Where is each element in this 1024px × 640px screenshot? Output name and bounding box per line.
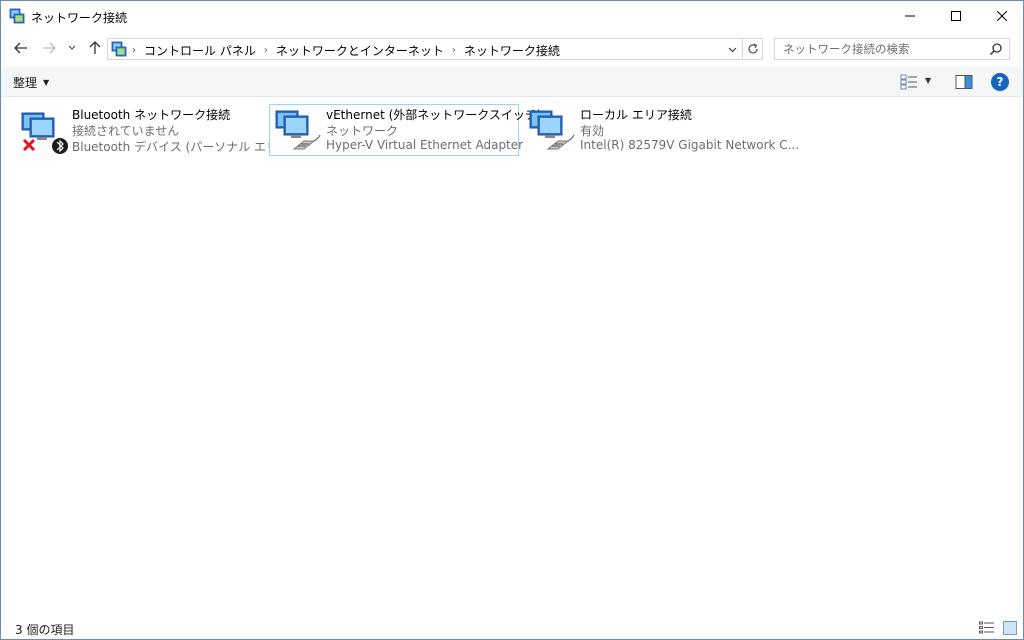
connection-device: Intel(R) 82579V Gigabit Network C... — [580, 138, 800, 152]
network-ethernet-icon — [275, 110, 321, 150]
arrow-left-icon — [14, 42, 27, 54]
view-options-caret-icon[interactable]: ▼ — [925, 76, 931, 85]
connection-name: Bluetooth ネットワーク接続 — [72, 108, 231, 122]
connections-list: Bluetooth ネットワーク接続 接続されていません Bluetooth デ… — [1, 98, 1023, 618]
search-box[interactable] — [774, 38, 1010, 60]
arrow-right-icon — [43, 42, 56, 54]
window-title: ネットワーク接続 — [31, 11, 128, 25]
title-bar: ネットワーク接続 — [1, 1, 1023, 31]
connection-item-bluetooth[interactable]: Bluetooth ネットワーク接続 接続されていません Bluetooth デ… — [15, 104, 305, 156]
minimize-icon — [905, 15, 915, 17]
breadcrumb-item-network-internet[interactable]: ネットワークとインターネット — [276, 42, 444, 59]
explorer-window: ネットワーク接続 › コントロール パネル › ネットワークとインターネット ›… — [0, 0, 1024, 640]
chevron-down-icon — [68, 45, 76, 50]
preview-pane-icon[interactable] — [955, 74, 973, 90]
refresh-icon — [747, 43, 758, 54]
breadcrumb-separator-icon[interactable]: › — [132, 45, 136, 56]
command-bar: 整理 ▼ ▼ — [1, 67, 1023, 97]
connection-status: ネットワーク — [326, 124, 399, 138]
details-view-icon[interactable] — [979, 621, 995, 635]
close-icon — [997, 11, 1007, 21]
minimize-button[interactable] — [887, 1, 933, 31]
status-bar: 3 個の項目 — [1, 618, 1023, 640]
search-input[interactable] — [783, 42, 983, 56]
maximize-button[interactable] — [933, 1, 979, 31]
refresh-button[interactable] — [743, 38, 763, 60]
organize-label: 整理 — [13, 76, 38, 90]
search-icon — [989, 43, 1002, 56]
network-ethernet-icon — [529, 110, 575, 150]
connection-name: ローカル エリア接続 — [580, 108, 692, 122]
forward-button[interactable] — [39, 39, 59, 57]
address-history-button[interactable] — [724, 42, 740, 58]
breadcrumb: › コントロール パネル › ネットワークとインターネット › ネットワーク接続 — [132, 42, 560, 59]
back-button[interactable] — [11, 39, 31, 57]
address-bar[interactable]: › コントロール パネル › ネットワークとインターネット › ネットワーク接続 — [107, 38, 743, 60]
breadcrumb-separator-icon[interactable]: › — [264, 45, 268, 56]
connection-device: Hyper-V Virtual Ethernet Adapter — [326, 138, 524, 152]
connection-status: 有効 — [580, 124, 605, 138]
help-button[interactable]: ? — [991, 73, 1009, 91]
up-button[interactable] — [85, 39, 105, 57]
item-count: 3 個の項目 — [15, 623, 75, 637]
caret-down-icon: ▼ — [43, 78, 50, 87]
connection-name: vEthernet (外部ネットワークスイッチ) — [326, 108, 542, 122]
change-view-icon[interactable] — [900, 74, 918, 90]
arrow-up-icon — [89, 41, 101, 54]
close-button[interactable] — [979, 1, 1024, 31]
network-connections-app-icon — [9, 8, 25, 24]
network-connections-location-icon — [111, 41, 127, 57]
breadcrumb-item-network-connections[interactable]: ネットワーク接続 — [464, 42, 560, 59]
large-icons-view-icon[interactable] — [1003, 621, 1017, 635]
connection-item-vethernet[interactable]: vEthernet (外部ネットワークスイッチ) ネットワーク Hyper-V … — [269, 104, 542, 156]
chevron-down-icon — [728, 47, 736, 53]
connection-item-local-area[interactable]: ローカル エリア接続 有効 Intel(R) 82579V Gigabit Ne… — [523, 104, 799, 156]
recent-locations-button[interactable] — [65, 39, 79, 57]
breadcrumb-item-control-panel[interactable]: コントロール パネル — [144, 42, 256, 59]
organize-button[interactable]: 整理 ▼ — [13, 74, 49, 91]
connection-status: 接続されていません — [72, 124, 180, 138]
network-disconnected-bluetooth-icon — [21, 112, 68, 154]
breadcrumb-separator-icon[interactable]: › — [452, 45, 456, 56]
maximize-icon — [951, 11, 961, 21]
